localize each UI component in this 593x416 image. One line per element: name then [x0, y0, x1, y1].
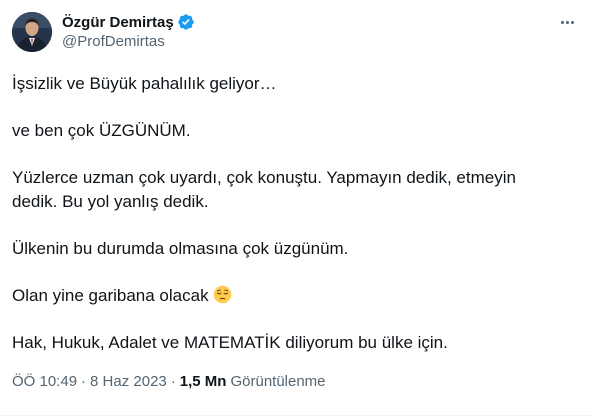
tweet-meta: ÖÖ 10:49 · 8 Haz 2023 · 1,5 Mn Görüntülenm…	[12, 373, 326, 390]
tweet-paragraph: Ülkenin bu durumda olmasına çok üzgünüm.	[12, 239, 349, 258]
profile-photo	[12, 12, 52, 52]
tweet-date: 8 Haz 2023	[90, 373, 167, 390]
author-handle[interactable]: @ProfDemirtas	[62, 33, 165, 50]
avatar[interactable]	[12, 12, 52, 52]
separator: ·	[81, 373, 87, 390]
tweet-paragraph: Hak, Hukuk, Adalet ve MATEMATİK diliyoru…	[12, 333, 448, 352]
tweet-timestamp-link[interactable]: ÖÖ 10:49 · 8 Haz 2023	[12, 373, 167, 390]
tweet-card: Özgür Demirtaş @ProfDemirtas İşsizlik ve…	[0, 0, 593, 416]
tweet-paragraph: İşsizlik ve Büyük pahalılık geliyor…	[12, 74, 277, 93]
views-label-link[interactable]: Görüntülenme	[230, 373, 325, 390]
tweet-paragraph: Yüzlerce uzman çok uyardı, çok konuştu. …	[12, 168, 516, 211]
verified-badge-icon[interactable]	[177, 13, 195, 31]
tweet-paragraph: Olan yine garibana olacak	[12, 286, 209, 305]
more-options-icon[interactable]	[555, 12, 579, 32]
tweet-paragraph-with-emoji: Olan yine garibana olacak	[12, 284, 572, 308]
pensive-face-emoji	[213, 285, 232, 304]
separator: ·	[170, 373, 176, 390]
author-name-row: Özgür Demirtaş	[62, 12, 195, 32]
tweet-time: ÖÖ 10:49	[12, 373, 78, 390]
tweet-text: İşsizlik ve Büyük pahalılık geliyor… ve …	[12, 72, 572, 355]
tweet-paragraph: ve ben çok ÜZGÜNÜM.	[12, 121, 191, 140]
author-display-name[interactable]: Özgür Demirtaş	[62, 14, 174, 31]
views-count: 1,5 Mn	[179, 373, 227, 390]
